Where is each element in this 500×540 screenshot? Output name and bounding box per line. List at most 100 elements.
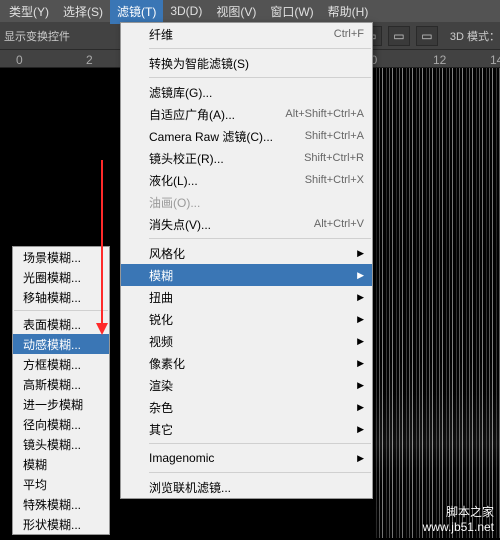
blur-item[interactable]: 模糊 (13, 454, 109, 474)
menuitem-label: 高斯模糊... (23, 376, 81, 393)
menuitem-label: 其它 (149, 421, 173, 438)
menuitem-label: 锐化 (149, 311, 173, 328)
submenu-arrow-icon: ▶ (357, 424, 364, 435)
filter-item[interactable]: 滤镜库(G)... (121, 81, 372, 103)
blur-item[interactable]: 光圈模糊... (13, 267, 109, 287)
filter-item[interactable]: 扭曲 ▶ (121, 286, 372, 308)
submenu-arrow-icon: ▶ (357, 292, 364, 303)
align-icon-3[interactable]: ▭ (416, 26, 438, 46)
filter-item[interactable]: 浏览联机滤镜... (121, 476, 372, 498)
show-transform-controls-label: 显示变换控件 (4, 28, 70, 44)
watermark-site: 脚本之家 (423, 503, 494, 520)
filter-item[interactable]: Imagenomic ▶ (121, 447, 372, 469)
filter-item[interactable]: Camera Raw 滤镜(C)...Shift+Ctrl+A (121, 125, 372, 147)
blur-item[interactable]: 特殊模糊... (13, 494, 109, 514)
align-icon-2[interactable]: ▭ (388, 26, 410, 46)
shortcut: Alt+Shift+Ctrl+A (285, 108, 364, 120)
filter-item[interactable]: 自适应广角(A)... Alt+Shift+Ctrl+A (121, 103, 372, 125)
filter-item[interactable]: 转换为智能滤镜(S) (121, 52, 372, 74)
shortcut: Shift+Ctrl+X (305, 174, 364, 186)
blur-item[interactable]: 方框模糊... (13, 354, 109, 374)
watermark: 脚本之家 www.jb51.net (423, 503, 494, 534)
blur-item[interactable]: 进一步模糊 (13, 394, 109, 414)
ruler-mark: 12 (433, 53, 446, 67)
menuitem-label: 滤镜库(G)... (149, 84, 212, 101)
filter-item[interactable]: 纤维Ctrl+F (121, 23, 372, 45)
menu-2[interactable]: 滤镜(T) (110, 0, 163, 24)
filter-item[interactable]: 液化(L)... Shift+Ctrl+X (121, 169, 372, 191)
ruler-mark: 0 (16, 53, 23, 67)
canvas-area[interactable] (375, 68, 500, 538)
menuitem-label: 视频 (149, 333, 173, 350)
menuitem-label: 模糊 (149, 267, 173, 284)
menuitem-label: 油画(O)... (149, 194, 200, 211)
menuitem-label: 扭曲 (149, 289, 173, 306)
menuitem-label: 浏览联机滤镜... (149, 479, 231, 496)
menuitem-label: 渲染 (149, 377, 173, 394)
menuitem-label: 风格化 (149, 245, 185, 262)
menuitem-label: 液化(L)... (149, 172, 198, 189)
blur-item[interactable]: 表面模糊... (13, 314, 109, 334)
watermark-url: www.jb51.net (423, 520, 494, 534)
filter-item: 油画(O)... (121, 191, 372, 213)
shortcut: Shift+Ctrl+R (304, 152, 364, 164)
submenu-arrow-icon: ▶ (357, 336, 364, 347)
menuitem-label: 场景模糊... (23, 249, 81, 266)
submenu-arrow-icon: ▶ (357, 314, 364, 325)
menu-6[interactable]: 帮助(H) (321, 0, 376, 24)
menuitem-label: 特殊模糊... (23, 496, 81, 513)
menuitem-label: 镜头模糊... (23, 436, 81, 453)
menu-5[interactable]: 窗口(W) (263, 0, 320, 24)
blur-item[interactable]: 场景模糊... (13, 247, 109, 267)
menuitem-label: 杂色 (149, 399, 173, 416)
menuitem-label: 转换为智能滤镜(S) (149, 55, 249, 72)
waterfall-image (375, 68, 500, 538)
submenu-arrow-icon: ▶ (357, 402, 364, 413)
filter-item[interactable]: 渲染 ▶ (121, 374, 372, 396)
menu-0[interactable]: 类型(Y) (2, 0, 56, 24)
menuitem-label: 模糊 (23, 456, 47, 473)
menuitem-label: 径向模糊... (23, 416, 81, 433)
menuitem-label: 移轴模糊... (23, 289, 81, 306)
shortcut: Alt+Ctrl+V (314, 218, 364, 230)
menubar: 类型(Y)选择(S)滤镜(T)3D(D)视图(V)窗口(W)帮助(H) (0, 0, 500, 22)
shortcut: Shift+Ctrl+A (305, 130, 364, 142)
blur-item[interactable]: 动感模糊... (13, 334, 109, 354)
submenu-arrow-icon: ▶ (357, 248, 364, 259)
menu-4[interactable]: 视图(V) (209, 0, 263, 24)
menuitem-label: 像素化 (149, 355, 185, 372)
menuitem-label: 自适应广角(A)... (149, 106, 235, 123)
filter-item[interactable]: 锐化 ▶ (121, 308, 372, 330)
filter-item[interactable]: 其它 ▶ (121, 418, 372, 440)
blur-item[interactable]: 形状模糊... (13, 514, 109, 534)
menuitem-label: 动感模糊... (23, 336, 81, 353)
submenu-arrow-icon: ▶ (357, 270, 364, 281)
filter-item[interactable]: 模糊 ▶ (121, 264, 372, 286)
blur-item[interactable]: 移轴模糊... (13, 287, 109, 307)
blur-item[interactable]: 镜头模糊... (13, 434, 109, 454)
menuitem-label: Imagenomic (149, 451, 214, 465)
filter-item[interactable]: 风格化 ▶ (121, 242, 372, 264)
menu-3[interactable]: 3D(D) (163, 0, 209, 22)
menuitem-label: 平均 (23, 476, 47, 493)
submenu-arrow-icon: ▶ (357, 380, 364, 391)
menuitem-label: 光圈模糊... (23, 269, 81, 286)
submenu-arrow-icon: ▶ (357, 358, 364, 369)
submenu-arrow-icon: ▶ (357, 453, 364, 464)
filter-item[interactable]: 杂色 ▶ (121, 396, 372, 418)
filter-item[interactable]: 镜头校正(R)... Shift+Ctrl+R (121, 147, 372, 169)
blur-item[interactable]: 平均 (13, 474, 109, 494)
filter-item[interactable]: 像素化 ▶ (121, 352, 372, 374)
menuitem-label: 表面模糊... (23, 316, 81, 333)
menuitem-label: 镜头校正(R)... (149, 150, 224, 167)
ruler-mark: 2 (86, 53, 93, 67)
menu-1[interactable]: 选择(S) (56, 0, 110, 24)
3d-mode-label: 3D 模式： (450, 28, 500, 44)
ruler-mark: 14 (490, 53, 500, 67)
blur-submenu: 场景模糊... 光圈模糊... 移轴模糊... 表面模糊... 动感模糊...方框模糊.… (12, 246, 110, 535)
menuitem-label: 进一步模糊 (23, 396, 83, 413)
blur-item[interactable]: 径向模糊... (13, 414, 109, 434)
blur-item[interactable]: 高斯模糊... (13, 374, 109, 394)
filter-item[interactable]: 视频 ▶ (121, 330, 372, 352)
filter-item[interactable]: 消失点(V)...Alt+Ctrl+V (121, 213, 372, 235)
